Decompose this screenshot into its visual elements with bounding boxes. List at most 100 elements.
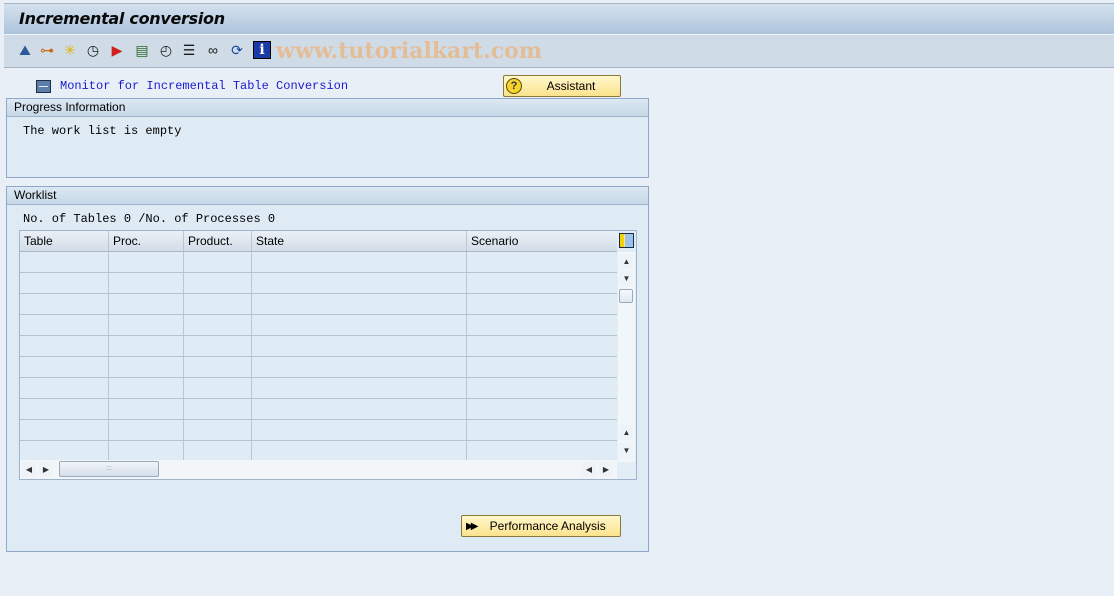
- table-cell[interactable]: [252, 441, 467, 461]
- table-cell[interactable]: [109, 294, 184, 314]
- page-up-icon[interactable]: ▲: [619, 425, 634, 440]
- table-cell[interactable]: [252, 294, 467, 314]
- clock-icon[interactable]: ◴: [157, 41, 175, 59]
- table-cell[interactable]: [184, 378, 252, 398]
- table-cell[interactable]: [20, 252, 109, 272]
- table-row[interactable]: [20, 357, 617, 378]
- table-cell[interactable]: [252, 378, 467, 398]
- table-cell[interactable]: [109, 378, 184, 398]
- table-cell[interactable]: [184, 357, 252, 377]
- table-cell[interactable]: [184, 315, 252, 335]
- table-cell[interactable]: [467, 420, 617, 440]
- column-header-state[interactable]: State: [252, 231, 467, 251]
- table-cell[interactable]: [109, 336, 184, 356]
- glasses-icon[interactable]: ∞: [204, 41, 222, 59]
- scroll-left-icon[interactable]: ◀: [22, 462, 36, 477]
- table-cell[interactable]: [109, 420, 184, 440]
- table-cell[interactable]: [20, 420, 109, 440]
- table-cell[interactable]: [109, 315, 184, 335]
- performance-analysis-label: Performance Analysis: [489, 519, 606, 533]
- table-row[interactable]: [20, 378, 617, 399]
- info-icon[interactable]: i: [253, 41, 271, 59]
- table-cell[interactable]: [184, 399, 252, 419]
- table-cell[interactable]: [184, 273, 252, 293]
- table-row[interactable]: [20, 252, 617, 273]
- table-cell[interactable]: [467, 378, 617, 398]
- log-icon[interactable]: ▤: [133, 41, 151, 59]
- table-cell[interactable]: [184, 441, 252, 461]
- page-title: Incremental conversion: [19, 9, 225, 28]
- column-header-table[interactable]: Table: [20, 231, 109, 251]
- table-cell[interactable]: [109, 357, 184, 377]
- horizontal-scroll-thumb[interactable]: :::: [59, 461, 159, 477]
- horizontal-scrollbar[interactable]: ◀ ▶ ::: ◀ ▶: [20, 460, 617, 479]
- table-cell[interactable]: [109, 399, 184, 419]
- table-cell[interactable]: [20, 273, 109, 293]
- table-row[interactable]: [20, 441, 617, 462]
- scroll-down-icon[interactable]: ▼: [619, 271, 634, 286]
- table-cell[interactable]: [20, 399, 109, 419]
- table-row[interactable]: [20, 336, 617, 357]
- column-header-proc[interactable]: Proc.: [109, 231, 184, 251]
- progress-group-title: Progress Information: [7, 99, 648, 117]
- table-cell[interactable]: [109, 273, 184, 293]
- table-cell[interactable]: [252, 420, 467, 440]
- table-cell[interactable]: [252, 273, 467, 293]
- table-cell[interactable]: [467, 357, 617, 377]
- display-object-icon[interactable]: ⛰: [16, 41, 34, 59]
- table-cell[interactable]: [109, 252, 184, 272]
- page-down-icon[interactable]: ▼: [619, 443, 634, 458]
- worklist-table: Table Proc. Product. State Scenario ▲ ▼ …: [19, 230, 637, 480]
- monitor-link-label[interactable]: Monitor for Incremental Table Conversion: [60, 79, 348, 93]
- table-cell[interactable]: [252, 336, 467, 356]
- worklist-group-title: Worklist: [7, 187, 648, 205]
- table-cell[interactable]: [20, 336, 109, 356]
- scroll-left-end-icon[interactable]: ◀: [582, 462, 596, 477]
- execute-ab-icon[interactable]: ▶: [108, 41, 126, 59]
- scroll-right-end-icon[interactable]: ▶: [599, 462, 613, 477]
- table-cell[interactable]: [467, 294, 617, 314]
- table-cell[interactable]: [20, 294, 109, 314]
- table-cell[interactable]: [252, 357, 467, 377]
- table-cell[interactable]: [467, 315, 617, 335]
- table-cell[interactable]: [20, 315, 109, 335]
- table-cell[interactable]: [184, 420, 252, 440]
- table-row[interactable]: [20, 315, 617, 336]
- scroll-up-icon[interactable]: ▲: [619, 254, 634, 269]
- table-cell[interactable]: [184, 336, 252, 356]
- help-icon: ?: [506, 78, 522, 94]
- table-cell[interactable]: [20, 441, 109, 461]
- performance-analysis-button[interactable]: ▶▶ Performance Analysis: [461, 515, 621, 537]
- assistant-button[interactable]: ? Assistant: [503, 75, 621, 97]
- table-row[interactable]: [20, 420, 617, 441]
- table-row[interactable]: [20, 273, 617, 294]
- table-cell[interactable]: [252, 315, 467, 335]
- magic-wand-icon[interactable]: ✳: [61, 41, 79, 59]
- table-cell[interactable]: [467, 336, 617, 356]
- scroll-right-icon[interactable]: ▶: [39, 462, 53, 477]
- table-cell[interactable]: [20, 357, 109, 377]
- vertical-scrollbar[interactable]: ▲ ▼ ▲ ▼: [618, 252, 635, 462]
- table-row[interactable]: [20, 294, 617, 315]
- table-cell[interactable]: [467, 252, 617, 272]
- table-row[interactable]: [20, 399, 617, 420]
- column-header-scenario[interactable]: Scenario: [467, 231, 617, 251]
- table-cell[interactable]: [252, 399, 467, 419]
- table-cell[interactable]: [467, 399, 617, 419]
- table-cell[interactable]: [252, 252, 467, 272]
- table-cell[interactable]: [109, 441, 184, 461]
- table-cell[interactable]: [467, 273, 617, 293]
- column-header-product[interactable]: Product.: [184, 231, 252, 251]
- monitor-link[interactable]: Monitor for Incremental Table Conversion: [36, 78, 348, 94]
- vertical-scroll-thumb[interactable]: [619, 289, 633, 303]
- refresh-icon[interactable]: ⟳: [228, 41, 246, 59]
- column-layout-icon[interactable]: [619, 233, 634, 248]
- print-stack-icon[interactable]: ☰: [180, 41, 198, 59]
- table-cell[interactable]: [184, 294, 252, 314]
- hierarchy-icon[interactable]: ⊶: [38, 41, 56, 59]
- table-cell[interactable]: [467, 441, 617, 461]
- schedule-check-icon[interactable]: ◷: [84, 41, 102, 59]
- table-cell[interactable]: [20, 378, 109, 398]
- title-bar: Incremental conversion: [4, 3, 1114, 34]
- table-cell[interactable]: [184, 252, 252, 272]
